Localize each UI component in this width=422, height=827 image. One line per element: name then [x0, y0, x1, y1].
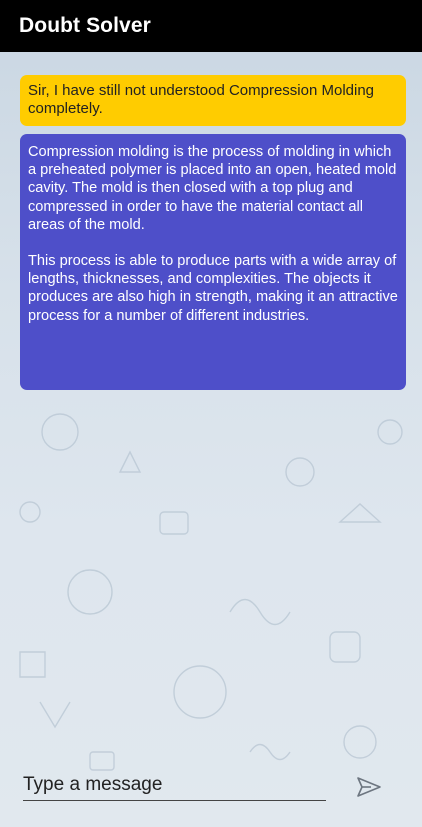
- app-title: Doubt Solver: [19, 14, 151, 37]
- app-bar: Doubt Solver: [0, 0, 422, 52]
- user-message-text: Sir, I have still not understood Compres…: [28, 82, 375, 117]
- bot-message-paragraph: Compression molding is the process of mo…: [28, 144, 397, 233]
- user-message-bubble: Sir, I have still not understood Compres…: [20, 75, 406, 126]
- message-input[interactable]: [23, 770, 326, 801]
- bot-message-paragraph: This process is able to produce parts wi…: [28, 253, 398, 324]
- bot-message-bubble: Compression molding is the process of mo…: [20, 134, 406, 390]
- send-icon[interactable]: [356, 776, 382, 798]
